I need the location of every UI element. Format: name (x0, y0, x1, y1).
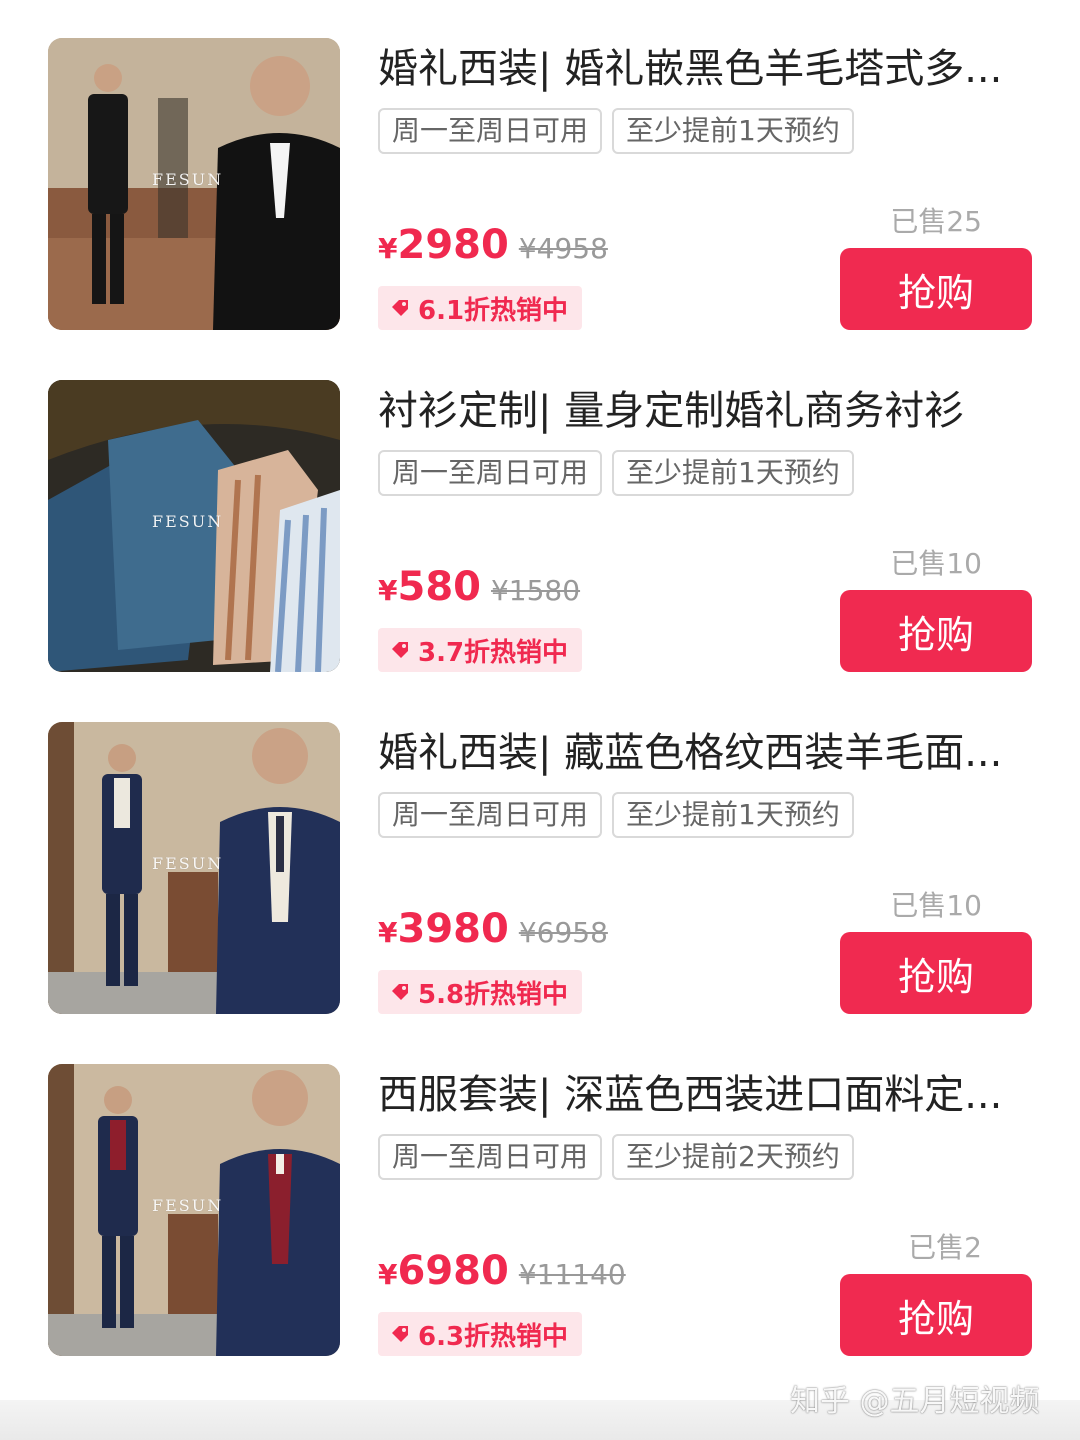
product-card[interactable]: FESUN 衬衫定制| 量身定制婚礼商务衬衫 周一至周日可用 至少提前1天预约 … (0, 342, 1080, 672)
sold-count: 已售25 (890, 205, 982, 238)
discount-text: 3.7折热销中 (418, 637, 569, 668)
buy-button[interactable]: 抢购 (840, 590, 1032, 672)
brand-logo-text: FESUN (152, 1196, 224, 1215)
buy-button[interactable]: 抢购 (840, 932, 1032, 1014)
tag-booking: 至少提前1天预约 (612, 792, 854, 838)
current-price: 580 (397, 564, 481, 610)
currency-symbol: ¥ (378, 916, 398, 949)
tag-booking: 至少提前1天预约 (612, 450, 854, 496)
product-title[interactable]: 婚礼西装| 婚礼嵌黑色羊毛塔式多... (378, 42, 1028, 96)
product-image[interactable]: FESUN (48, 722, 340, 1014)
currency-symbol: ¥ (378, 574, 398, 607)
product-title[interactable]: 衬衫定制| 量身定制婚礼商务衬衫 (378, 384, 1028, 438)
current-price: 2980 (397, 222, 509, 268)
watermark: 知乎 @五月短视频 (790, 1384, 1040, 1419)
price-tag-icon (392, 642, 408, 658)
discount-badge: 6.3折热销中 (378, 1312, 583, 1356)
product-card[interactable]: FESUN 婚礼西装| 藏蓝色格纹西装羊毛面... 周一至周日可用 至少提前1天… (0, 684, 1080, 1014)
current-price: 3980 (397, 906, 509, 952)
discount-text: 6.1折热销中 (418, 295, 569, 326)
currency-symbol: ¥ (378, 1258, 398, 1291)
price-tag-icon (392, 1326, 408, 1342)
discount-badge: 3.7折热销中 (378, 628, 583, 672)
discount-badge: 5.8折热销中 (378, 970, 583, 1014)
tag-availability: 周一至周日可用 (378, 792, 603, 838)
tag-availability: 周一至周日可用 (378, 450, 603, 496)
price-block: ¥ 580 ¥1580 (378, 564, 580, 610)
product-image[interactable]: FESUN (48, 380, 340, 672)
original-price: ¥11140 (518, 1258, 626, 1291)
sold-count: 已售10 (890, 547, 982, 580)
product-tags: 周一至周日可用 至少提前1天预约 (378, 450, 854, 496)
price-block: ¥ 3980 ¥6958 (378, 906, 608, 952)
sold-count: 已售10 (890, 889, 982, 922)
currency-symbol: ¥ (378, 232, 398, 265)
product-card[interactable]: FESUN 西服套装| 深蓝色西装进口面料定... 周一至周日可用 至少提前2天… (0, 1026, 1080, 1356)
buy-button[interactable]: 抢购 (840, 1274, 1032, 1356)
tag-booking: 至少提前2天预约 (612, 1134, 854, 1180)
price-block: ¥ 2980 ¥4958 (378, 222, 608, 268)
discount-text: 6.3折热销中 (418, 1321, 569, 1352)
original-price: ¥4958 (518, 232, 608, 265)
product-card[interactable]: FESUN 婚礼西装| 婚礼嵌黑色羊毛塔式多... 周一至周日可用 至少提前1天… (0, 0, 1080, 330)
product-title[interactable]: 婚礼西装| 藏蓝色格纹西装羊毛面... (378, 726, 1028, 780)
product-image[interactable]: FESUN (48, 38, 340, 330)
price-block: ¥ 6980 ¥11140 (378, 1248, 626, 1294)
price-tag-icon (392, 300, 408, 316)
discount-badge: 6.1折热销中 (378, 286, 583, 330)
buy-button[interactable]: 抢购 (840, 248, 1032, 330)
product-tags: 周一至周日可用 至少提前1天预约 (378, 108, 854, 154)
product-tags: 周一至周日可用 至少提前1天预约 (378, 792, 854, 838)
original-price: ¥1580 (490, 574, 581, 607)
discount-text: 5.8折热销中 (418, 979, 569, 1010)
sold-count: 已售2 (908, 1231, 982, 1264)
price-tag-icon (392, 984, 408, 1000)
product-tags: 周一至周日可用 至少提前2天预约 (378, 1134, 854, 1180)
product-title[interactable]: 西服套装| 深蓝色西装进口面料定... (378, 1068, 1028, 1122)
brand-logo-text: FESUN (152, 170, 224, 189)
brand-logo-text: FESUN (152, 512, 224, 531)
product-image[interactable]: FESUN (48, 1064, 340, 1356)
current-price: 6980 (397, 1248, 509, 1294)
product-list-page: FESUN 婚礼西装| 婚礼嵌黑色羊毛塔式多... 周一至周日可用 至少提前1天… (0, 0, 1080, 1440)
original-price: ¥6958 (518, 916, 608, 949)
brand-logo-text: FESUN (152, 854, 224, 873)
tag-availability: 周一至周日可用 (378, 108, 603, 154)
tag-booking: 至少提前1天预约 (612, 108, 854, 154)
tag-availability: 周一至周日可用 (378, 1134, 603, 1180)
